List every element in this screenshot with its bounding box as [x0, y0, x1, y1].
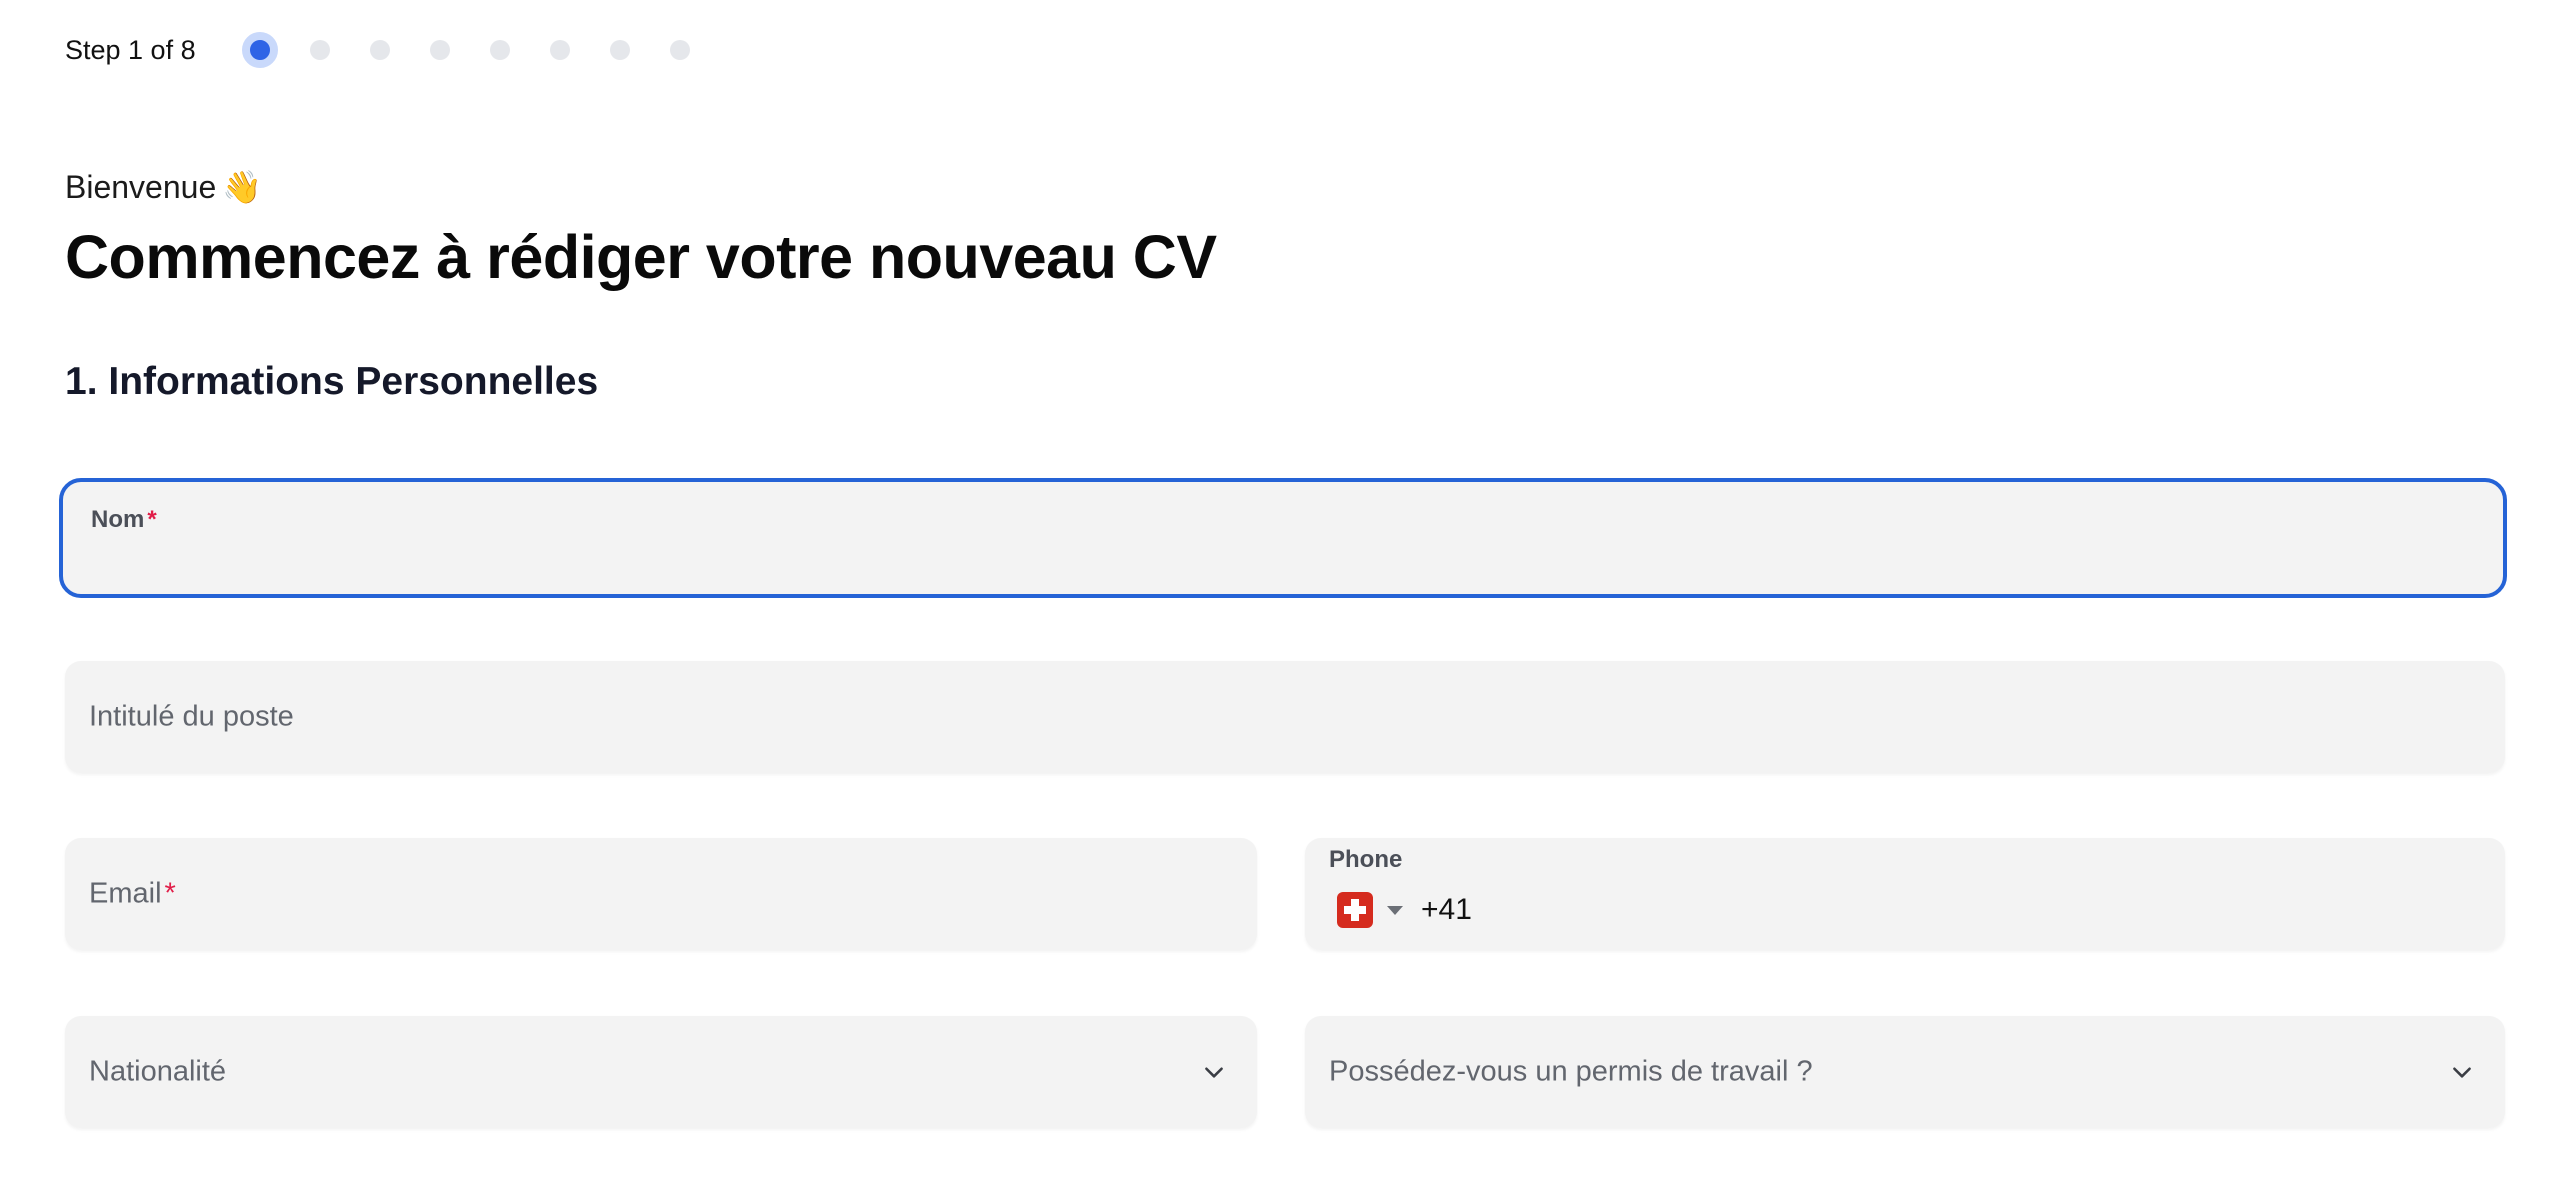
email-placeholder: Email *	[89, 877, 176, 910]
phone-field-label: Phone	[1329, 846, 1403, 873]
phone-dial-code[interactable]: +41	[1421, 893, 1472, 927]
step-dot-2[interactable]	[309, 40, 330, 60]
job-title-placeholder: Intitulé du poste	[89, 700, 294, 733]
waving-hand-icon: 👋	[222, 169, 263, 205]
name-field[interactable]: Nom *	[59, 478, 2507, 598]
step-dot-4[interactable]	[429, 40, 450, 60]
step-dot-8[interactable]	[669, 40, 690, 60]
country-selector[interactable]	[1337, 892, 1403, 928]
required-asterisk: *	[147, 506, 157, 533]
job-title-field[interactable]: Intitulé du poste	[65, 661, 2505, 773]
step-counter: Step 1 of 8	[65, 34, 196, 65]
required-asterisk: *	[164, 877, 176, 910]
nationality-placeholder: Nationalité	[89, 1055, 227, 1088]
step-dot-6[interactable]	[549, 40, 570, 60]
page-title: Commencez à rédiger votre nouveau CV	[65, 223, 1217, 291]
step-progress: Step 1 of 8	[65, 30, 730, 70]
name-field-label: Nom *	[91, 506, 157, 533]
step-dot-7[interactable]	[609, 40, 630, 60]
chevron-down-icon	[1205, 1067, 1223, 1078]
step-dot-5[interactable]	[489, 40, 510, 60]
step-dot-3[interactable]	[369, 40, 390, 60]
caret-down-icon	[1387, 905, 1403, 915]
work-permit-select[interactable]: Possédez-vous un permis de travail ?	[1305, 1016, 2505, 1128]
step-dots	[241, 32, 730, 68]
greeting-text: Bienvenue	[65, 169, 217, 205]
greeting: Bienvenue 👋	[65, 168, 262, 206]
email-field[interactable]: Email *	[65, 838, 1257, 950]
section-title: 1. Informations Personnelles	[65, 360, 599, 403]
switzerland-flag-icon	[1337, 892, 1373, 928]
phone-field[interactable]: Phone +41	[1305, 838, 2505, 950]
step-dot-1[interactable]	[241, 32, 278, 68]
phone-input-row: +41	[1337, 892, 1472, 928]
nationality-select[interactable]: Nationalité	[65, 1016, 1257, 1128]
work-permit-placeholder: Possédez-vous un permis de travail ?	[1329, 1055, 1813, 1088]
chevron-down-icon	[2453, 1067, 2471, 1078]
